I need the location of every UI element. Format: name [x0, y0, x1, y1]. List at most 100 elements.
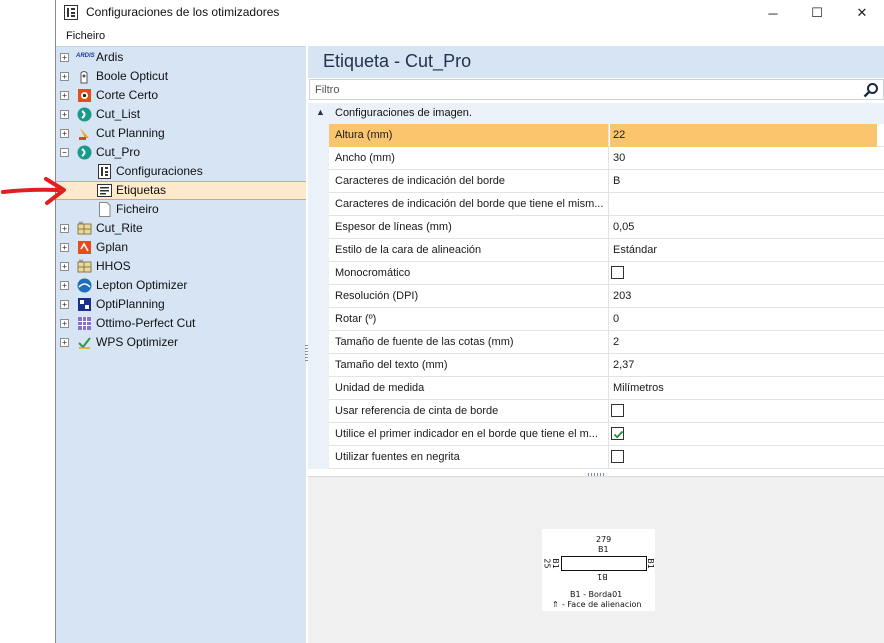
tree-item-cut-pro[interactable]: − Cut_Pro: [56, 143, 306, 162]
tree-item-label: Cut Planning: [96, 126, 165, 140]
tree-item-configuraciones[interactable]: Configuraciones: [56, 162, 306, 181]
property-row-edge-chars-same[interactable]: Caracteres de indicación del borde que t…: [308, 193, 884, 216]
cut-list-icon: [77, 107, 92, 122]
property-name: Espesor de líneas (mm): [329, 216, 609, 239]
bold-fonts-checkbox[interactable]: [611, 450, 624, 463]
property-row-text-size[interactable]: Tamaño del texto (mm) 2,37: [308, 354, 884, 377]
row-gutter: [308, 147, 329, 170]
expand-icon[interactable]: +: [60, 319, 69, 328]
expand-icon[interactable]: +: [60, 129, 69, 138]
tree-item-cut-rite[interactable]: + W Cut_Rite: [56, 219, 306, 238]
tree-item-wps-optimizer[interactable]: + WPS Optimizer: [56, 333, 306, 352]
property-value[interactable]: Milímetros: [610, 377, 877, 400]
property-value[interactable]: 0: [610, 308, 877, 331]
boole-opticut-icon: [80, 71, 88, 84]
expand-icon[interactable]: +: [60, 262, 69, 271]
collapse-icon[interactable]: −: [60, 148, 69, 157]
tree-item-label: Configuraciones: [116, 164, 203, 178]
property-row-first-indicator[interactable]: Utilice el primer indicador en el borde …: [308, 423, 884, 446]
property-value[interactable]: 0,05: [610, 216, 877, 239]
expand-icon[interactable]: +: [60, 243, 69, 252]
search-icon[interactable]: [863, 82, 879, 98]
property-value[interactable]: 30: [610, 147, 877, 170]
preview-top-edge: B1: [598, 545, 609, 554]
corte-certo-icon: [78, 89, 91, 102]
cut-rite-icon: W: [77, 221, 92, 235]
property-row-edge-chars[interactable]: Caracteres de indicación del borde B: [308, 170, 884, 193]
tree-item-gplan[interactable]: + Gplan: [56, 238, 306, 257]
property-row-monochrome[interactable]: Monocromático: [308, 262, 884, 285]
tree-item-label: Lepton Optimizer: [96, 278, 188, 292]
expand-icon[interactable]: +: [60, 338, 69, 347]
expand-icon[interactable]: +: [60, 72, 69, 81]
row-gutter: [308, 400, 329, 423]
property-row-line-thickness[interactable]: Espesor de líneas (mm) 0,05: [308, 216, 884, 239]
svg-text:W: W: [79, 259, 83, 263]
cut-planning-icon: [79, 128, 89, 140]
property-row-altura[interactable]: Altura (mm) 22: [308, 124, 884, 147]
lepton-optimizer-icon: [77, 278, 92, 293]
tree-item-label: OptiPlanning: [96, 297, 165, 311]
tree-item-lepton-optimizer[interactable]: + Lepton Optimizer: [56, 276, 306, 295]
property-value[interactable]: 2: [610, 331, 877, 354]
property-value[interactable]: [610, 193, 877, 216]
property-value[interactable]: 2,37: [610, 354, 877, 377]
annotation-arrow-icon: [1, 177, 66, 205]
filter-input[interactable]: [315, 82, 845, 97]
property-name: Rotar (º): [329, 308, 609, 331]
settings-window: Configuraciones de los otimizadores ─ ☐ …: [55, 0, 884, 643]
tree-item-boole-opticut[interactable]: + Boole Opticut: [56, 67, 306, 86]
first-indicator-checkbox[interactable]: [611, 427, 624, 440]
tree-item-label: Gplan: [96, 240, 129, 254]
expand-icon[interactable]: +: [60, 91, 69, 100]
tree-item-ottimo-perfect-cut[interactable]: + Ottimo-Perfect Cut: [56, 314, 306, 333]
property-value[interactable]: B: [610, 170, 877, 193]
property-value[interactable]: 203: [610, 285, 877, 308]
property-value[interactable]: 22: [610, 124, 877, 147]
tree-item-hhos[interactable]: + W HHOS: [56, 257, 306, 276]
expand-icon[interactable]: +: [60, 281, 69, 290]
wps-optimizer-icon: [78, 337, 91, 349]
maximize-button[interactable]: ☐: [794, 0, 840, 26]
tree-item-cut-planning[interactable]: + Cut Planning: [56, 124, 306, 143]
property-row-rotate[interactable]: Rotar (º) 0: [308, 308, 884, 331]
property-row-bold-fonts[interactable]: Utilizar fuentes en negrita: [308, 446, 884, 469]
hhos-icon: W: [77, 259, 92, 273]
minimize-button[interactable]: ─: [750, 0, 796, 26]
monochrome-checkbox[interactable]: [611, 266, 624, 279]
preview-bottom-edge: B1: [597, 572, 608, 581]
property-row-dimension-font-size[interactable]: Tamaño de fuente de las cotas (mm) 2: [308, 331, 884, 354]
expand-icon[interactable]: +: [60, 110, 69, 119]
property-row-unit[interactable]: Unidad de medida Milímetros: [308, 377, 884, 400]
property-row-resolution[interactable]: Resolución (DPI) 203: [308, 285, 884, 308]
property-row-ancho[interactable]: Ancho (mm) 30: [308, 147, 884, 170]
collapse-chevron-icon[interactable]: ▲: [316, 107, 325, 117]
edge-tape-ref-checkbox[interactable]: [611, 404, 624, 417]
expand-icon[interactable]: +: [60, 53, 69, 62]
property-row-alignment-face-style[interactable]: Estilo de la cara de alineación Estándar: [308, 239, 884, 262]
optimizer-tree: + ARDIS Ardis + Boole Opticut + Corte Ce…: [56, 46, 306, 643]
property-row-edge-tape-ref[interactable]: Usar referencia de cinta de borde: [308, 400, 884, 423]
tree-item-ficheiro[interactable]: Ficheiro: [56, 200, 306, 219]
tree-item-corte-certo[interactable]: + Corte Certo: [56, 86, 306, 105]
tree-item-ardis[interactable]: + ARDIS Ardis: [56, 48, 306, 67]
label-preview-area: 279 B1 25 B1 B1 B1 B1 - Borda01 ⇑ - Face…: [308, 476, 884, 643]
tree-item-optiplanning[interactable]: + OptiPlanning: [56, 295, 306, 314]
tree-item-etiquetas[interactable]: Etiquetas: [56, 181, 306, 200]
property-name: Caracteres de indicación del borde: [329, 170, 609, 193]
category-row[interactable]: ▲ Configuraciones de imagen.: [308, 103, 884, 124]
property-name: Tamaño del texto (mm): [329, 354, 609, 377]
expand-icon[interactable]: +: [60, 300, 69, 309]
row-gutter: [308, 170, 329, 193]
menu-file[interactable]: Ficheiro: [66, 30, 105, 42]
property-name: Altura (mm): [329, 124, 609, 147]
close-button[interactable]: ✕: [839, 0, 884, 26]
row-gutter: [308, 331, 329, 354]
expand-icon[interactable]: +: [60, 224, 69, 233]
row-gutter: [308, 308, 329, 331]
gplan-icon: [78, 241, 91, 254]
property-value[interactable]: Estándar: [610, 239, 877, 262]
preview-legend-edge: B1 - Borda01: [570, 590, 623, 599]
tree-item-label: Ficheiro: [116, 202, 159, 216]
tree-item-cut-list[interactable]: + Cut_List: [56, 105, 306, 124]
